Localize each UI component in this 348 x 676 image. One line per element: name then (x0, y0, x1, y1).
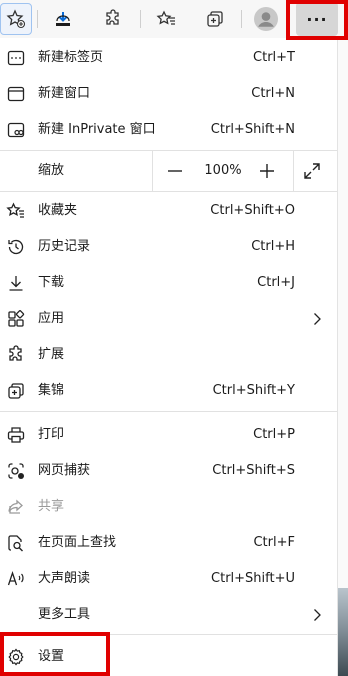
menu-item-settings[interactable]: 设置 (0, 639, 337, 675)
menu-item-shortcut: Ctrl+T (253, 50, 295, 65)
more-icon: ··· (306, 9, 328, 29)
new-window-icon (6, 84, 26, 104)
favorites-icon (6, 201, 26, 221)
menu-item-collections[interactable]: 集锦 Ctrl+Shift+Y (0, 373, 337, 409)
minus-icon (168, 170, 182, 172)
find-on-page-icon (6, 533, 26, 553)
menu-item-shortcut: Ctrl+J (257, 275, 295, 290)
menu-item-shortcut: Ctrl+N (251, 86, 295, 101)
download-icon (6, 273, 26, 293)
profile-avatar-icon (254, 7, 278, 31)
menu-item-new-inprivate-window[interactable]: 新建 InPrivate 窗口 Ctrl+Shift+N (0, 112, 337, 148)
extensions-icon (6, 345, 26, 365)
zoom-label: 缩放 (38, 163, 65, 178)
add-favorite-button[interactable] (0, 3, 32, 35)
zoom-controls: 100% (152, 151, 294, 191)
menu-item-shortcut: Ctrl+Shift+N (210, 122, 295, 137)
menu-item-shortcut: Ctrl+H (251, 239, 295, 254)
menu-divider (0, 634, 337, 635)
zoom-row: 缩放 100% (0, 151, 337, 191)
plus-icon (260, 164, 274, 178)
menu-item-shortcut: Ctrl+F (253, 535, 295, 550)
menu-item-share: 共享 (0, 489, 337, 525)
menu-item-history[interactable]: 历史记录 Ctrl+H (0, 229, 337, 265)
toolbar-divider (140, 10, 141, 28)
menu-item-find-on-page[interactable]: 在页面上查找 Ctrl+F (0, 525, 337, 561)
menu-item-new-window[interactable]: 新建窗口 Ctrl+N (0, 76, 337, 112)
collections-icon (6, 381, 26, 401)
menu-item-label: 大声朗读 (38, 571, 91, 586)
menu-item-label: 扩展 (38, 347, 65, 362)
menu-item-new-tab[interactable]: 新建标签页 Ctrl+T (0, 40, 337, 76)
menu-item-label: 网页捕获 (38, 463, 91, 478)
menu-item-apps[interactable]: 应用 (0, 301, 337, 337)
inprivate-icon (6, 120, 26, 140)
fullscreen-button[interactable] (302, 161, 322, 181)
zoom-out-button[interactable] (165, 161, 185, 181)
menu-item-label: 集锦 (38, 383, 65, 398)
history-icon (6, 237, 26, 257)
zoom-in-button[interactable] (257, 161, 277, 181)
extensions-icon (106, 9, 119, 25)
gear-icon (6, 647, 26, 667)
read-aloud-icon (6, 569, 26, 589)
menu-item-shortcut: Ctrl+Shift+S (212, 463, 295, 478)
chevron-right-icon (309, 311, 325, 327)
settings-and-more-button[interactable]: ··· (296, 2, 338, 36)
zoom-level: 100% (204, 163, 242, 178)
extensions-button[interactable] (97, 3, 129, 35)
menu-item-label: 在页面上查找 (38, 535, 117, 550)
menu-divider (0, 191, 337, 192)
expand-icon (304, 163, 320, 179)
menu-item-extensions[interactable]: 扩展 (0, 337, 337, 373)
menu-item-favorites[interactable]: 收藏夹 Ctrl+Shift+O (0, 193, 337, 229)
menu-item-label: 收藏夹 (38, 203, 78, 218)
menu-item-label: 新建 InPrivate 窗口 (38, 122, 156, 137)
menu-item-label: 新建标签页 (38, 50, 104, 65)
browser-toolbar: ··· (0, 0, 348, 38)
menu-item-label: 打印 (38, 427, 65, 442)
menu-item-shortcut: Ctrl+Shift+O (210, 203, 295, 218)
new-tab-icon (6, 48, 26, 68)
menu-item-more-tools[interactable]: 更多工具 (0, 597, 337, 633)
toolbar-divider (37, 10, 38, 28)
menu-item-label: 新建窗口 (38, 86, 91, 101)
apps-icon (6, 309, 26, 329)
collections-icon (207, 11, 223, 27)
menu-item-label: 更多工具 (38, 607, 91, 622)
profile-button[interactable] (250, 3, 282, 35)
menu-item-print[interactable]: 打印 Ctrl+P (0, 417, 337, 453)
menu-divider (0, 411, 337, 412)
print-icon (6, 425, 26, 445)
menu-item-label: 应用 (38, 311, 65, 326)
menu-item-shortcut: Ctrl+Shift+U (211, 571, 295, 586)
chevron-right-icon (309, 607, 325, 623)
menu-item-label: 共享 (38, 499, 65, 514)
downloads-button[interactable] (47, 3, 79, 35)
share-icon (6, 497, 26, 517)
web-capture-icon (6, 461, 26, 481)
settings-menu: 新建标签页 Ctrl+T 新建窗口 Ctrl+N 新建 InPrivate 窗口… (0, 38, 338, 676)
menu-item-web-capture[interactable]: 网页捕获 Ctrl+Shift+S (0, 453, 337, 489)
favorites-icon (156, 10, 175, 25)
favorites-button[interactable] (150, 3, 182, 35)
add-favorite-icon (6, 9, 26, 29)
background-image (338, 588, 348, 676)
menu-item-shortcut: Ctrl+P (253, 427, 295, 442)
collections-button[interactable] (199, 3, 231, 35)
menu-item-downloads[interactable]: 下载 Ctrl+J (0, 265, 337, 301)
menu-item-label: 设置 (38, 649, 65, 664)
menu-item-shortcut: Ctrl+Shift+Y (212, 383, 295, 398)
toolbar-divider (241, 10, 242, 28)
menu-item-read-aloud[interactable]: 大声朗读 Ctrl+Shift+U (0, 561, 337, 597)
download-icon (56, 12, 70, 26)
menu-item-label: 下载 (38, 275, 65, 290)
menu-item-label: 历史记录 (38, 239, 91, 254)
page-background-edge (338, 38, 348, 676)
